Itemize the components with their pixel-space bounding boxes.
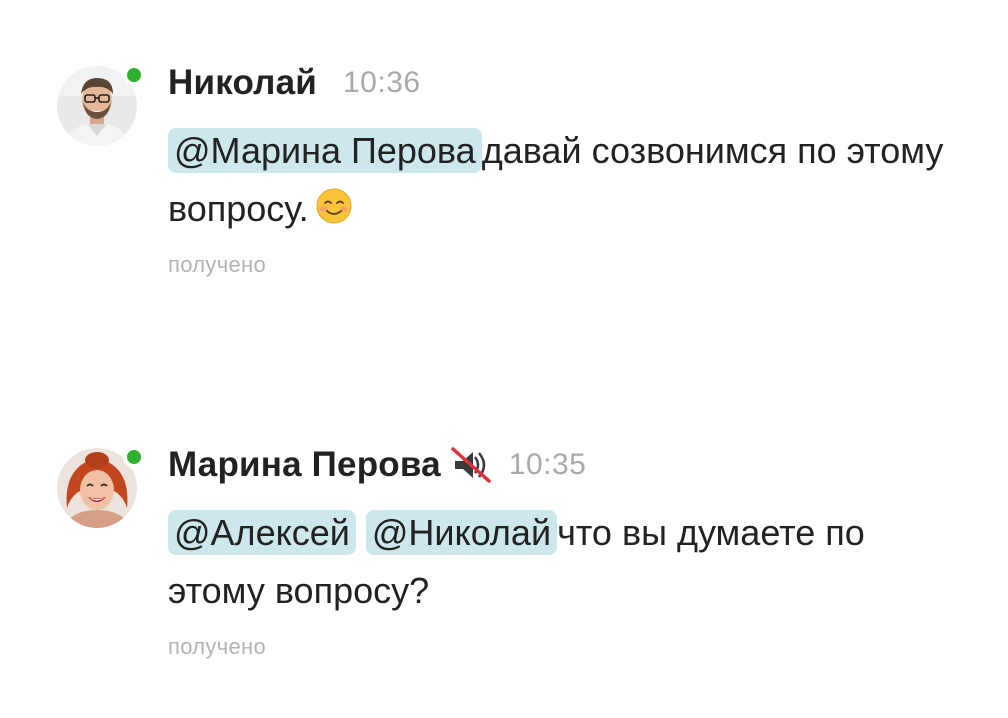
delivery-status: получено (168, 252, 266, 277)
author-name[interactable]: Николай (168, 63, 317, 103)
author-name[interactable]: Марина Перова (168, 445, 441, 485)
message-header: Николай 10:36 (168, 58, 968, 108)
message-timestamp: 10:36 (342, 66, 421, 99)
avatar-container[interactable] (57, 446, 145, 530)
mention-tag[interactable]: @Марина Перова (168, 128, 482, 173)
avatar-container[interactable] (57, 64, 145, 148)
online-status-indicator (123, 446, 145, 468)
message-content: Николай 10:36 @Марина Перова давай созвон… (168, 58, 968, 278)
online-status-indicator (123, 64, 145, 86)
muted-speaker-icon (451, 447, 491, 483)
message-header: Марина Перова 10:35 (168, 440, 968, 490)
message-timestamp: 10:35 (508, 448, 587, 481)
message-content: Марина Перова 10:35 @Алексей @Николай что… (168, 440, 968, 660)
mention-tag[interactable]: @Николай (365, 510, 558, 555)
message-text: @Марина Перова давай созвонимся по этому … (168, 122, 968, 238)
chat-feed: Николай 10:36 @Марина Перова давай созвон… (0, 0, 1008, 718)
message-text: @Алексей @Николай что вы думаете по этому… (168, 504, 968, 620)
mention-tag[interactable]: @Алексей (168, 510, 356, 555)
delivery-status: получено (168, 634, 266, 659)
smiling-face-icon (316, 188, 352, 224)
